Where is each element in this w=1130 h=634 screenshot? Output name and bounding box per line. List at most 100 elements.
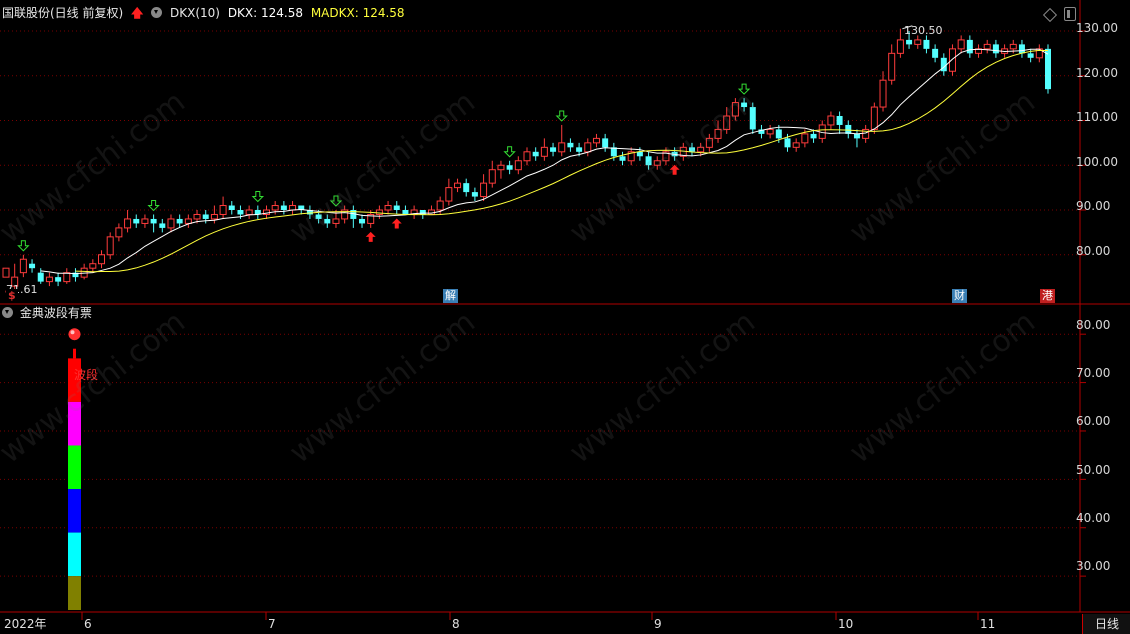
price-tick: 100.00 <box>1076 155 1118 169</box>
candle-body-down <box>324 218 331 224</box>
candle-body-down <box>992 44 999 54</box>
green-down-arrow-icon <box>503 146 516 158</box>
price-tick: 90.00 <box>1076 199 1111 213</box>
candle-body-down <box>402 210 409 215</box>
candle-body-down <box>749 107 756 130</box>
chevron-down-icon[interactable] <box>2 307 13 318</box>
candle-body-down <box>741 102 748 108</box>
period-button[interactable]: 日线 <box>1082 614 1130 634</box>
candle-body-up <box>914 39 922 45</box>
stock-title[interactable]: 国联股份(日线 前复权) <box>2 6 123 20</box>
candle-body-down <box>29 263 36 269</box>
band-label: 波段 <box>74 368 99 382</box>
candle-body-up <box>271 205 279 211</box>
indicator-name[interactable]: DKX(10) <box>170 6 220 20</box>
lower-tick: 40.00 <box>1076 511 1111 525</box>
red-up-arrow-icon <box>391 218 402 229</box>
price-tick: 120.00 <box>1076 66 1118 80</box>
candle-body-down <box>202 214 209 219</box>
candle-body-up <box>193 213 201 220</box>
candle-body-up <box>766 128 774 135</box>
band-segment <box>68 445 81 490</box>
candle-body-down <box>237 210 244 215</box>
chevron-down-icon[interactable] <box>151 7 163 18</box>
candle-body-up <box>445 187 453 202</box>
candle-body-up <box>245 209 253 215</box>
candle-body-down <box>228 205 235 210</box>
candle-body-up <box>653 160 661 166</box>
candle-body-down <box>906 39 913 45</box>
lower-tick: 30.00 <box>1076 559 1111 573</box>
candle-body-up <box>592 137 600 144</box>
green-down-arrow-icon <box>737 83 751 95</box>
candle-body-down <box>150 218 157 224</box>
lower-indicator-name[interactable]: 金典波段有票 <box>20 306 92 320</box>
red-up-arrow-icon <box>669 164 680 175</box>
candle-body-down <box>576 147 583 152</box>
band-ball-highlight <box>70 330 75 335</box>
event-tag[interactable]: 解 <box>443 289 458 303</box>
candle-body-up <box>896 39 904 54</box>
candle-body-down <box>853 133 860 139</box>
candle-body-down <box>1027 53 1034 58</box>
candle-body-down <box>602 138 609 148</box>
green-down-arrow-icon <box>329 195 343 207</box>
candle-body-down <box>176 218 183 224</box>
candle-body-down <box>784 138 791 148</box>
candle-body-down <box>966 39 973 54</box>
candle-body-down <box>1045 48 1051 90</box>
candle-body-down <box>619 156 626 161</box>
band-ball-icon <box>68 328 81 341</box>
dkx-value: DKX: 124.58 <box>227 6 303 20</box>
candle-body-up <box>714 128 722 139</box>
candle-body-down <box>463 183 470 193</box>
candle-body-down <box>359 218 366 224</box>
candle-body-up <box>957 39 965 50</box>
candle-body-up <box>870 106 878 130</box>
candle-body-down <box>419 210 426 215</box>
candle-body-up <box>792 142 800 148</box>
candle-body-up <box>106 236 114 256</box>
candle-body-up <box>89 263 97 269</box>
event-tag[interactable]: $ <box>6 289 18 303</box>
candle-body-down <box>159 223 166 228</box>
event-tag[interactable]: 港 <box>1040 289 1055 303</box>
madkx-value: MADKX: 124.58 <box>310 6 405 20</box>
red-up-arrow-icon <box>365 231 376 242</box>
date-tick: 8 <box>452 617 460 631</box>
candle-body-down <box>923 39 930 49</box>
candle-body-down <box>836 116 843 125</box>
candle-body-up <box>697 146 705 153</box>
candle-body-down <box>567 142 574 148</box>
panel-toggle-icon[interactable] <box>1064 7 1076 21</box>
candle-body-down <box>932 48 939 58</box>
event-tag[interactable]: 财 <box>952 289 967 303</box>
lower-tick: 70.00 <box>1076 366 1111 380</box>
band-segment <box>68 401 81 446</box>
candle-body-up <box>63 272 71 283</box>
candle-body-down <box>315 214 322 219</box>
red-up-arrow-icon[interactable]: 🡅 <box>131 6 143 20</box>
candle-body-up <box>184 218 192 224</box>
candle-body-down <box>775 129 782 139</box>
candle-body-up <box>983 43 991 50</box>
candle-body-down <box>636 151 643 157</box>
candle-body-up <box>436 200 444 211</box>
band-segment <box>68 489 81 533</box>
candle-body-down <box>393 205 400 210</box>
candle-body-up <box>731 102 739 117</box>
candle-body-up <box>98 254 106 265</box>
candle-body-up <box>454 182 462 189</box>
chart-grid <box>0 0 1130 620</box>
price-tick: 80.00 <box>1076 244 1111 258</box>
candle-body-up <box>45 276 53 283</box>
candle-body-up <box>801 133 809 144</box>
candle-body-up <box>488 169 496 184</box>
candle-body-down <box>280 205 287 210</box>
candle-body-up <box>115 227 123 238</box>
candle-body-up <box>2 267 10 278</box>
price-tick: 110.00 <box>1076 110 1118 124</box>
kline-chart-svg[interactable] <box>0 0 1130 634</box>
lower-tick: 50.00 <box>1076 463 1111 477</box>
candle-body-up <box>167 218 175 229</box>
